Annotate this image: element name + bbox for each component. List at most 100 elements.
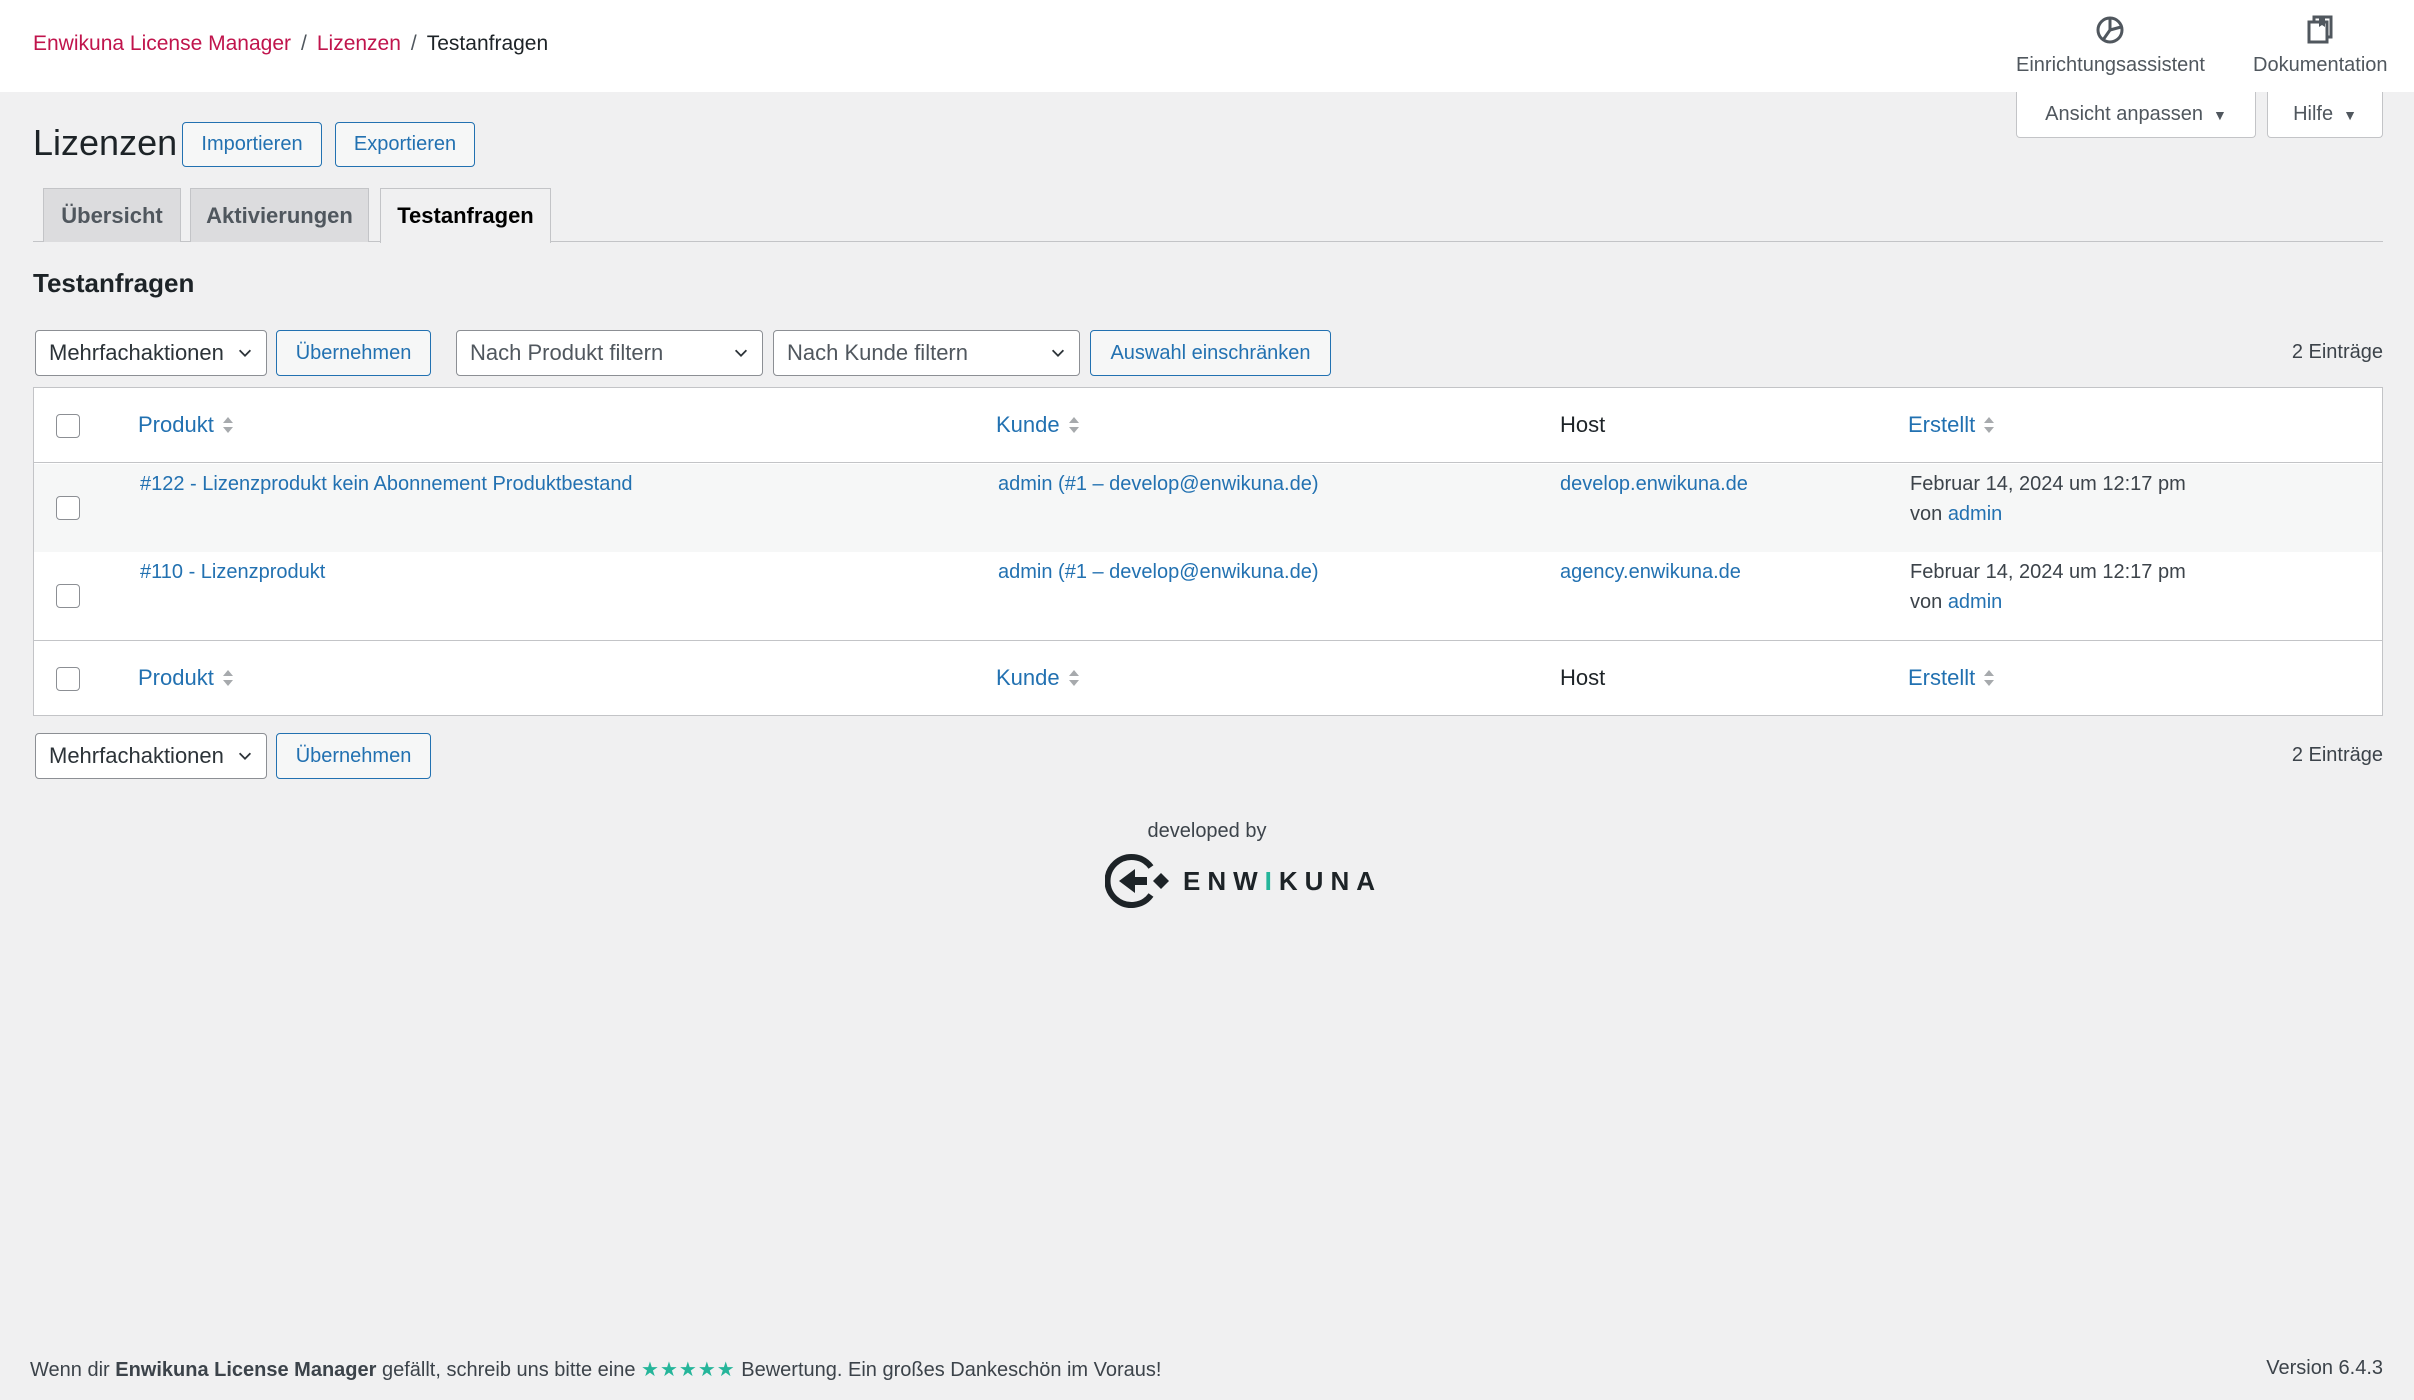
host-link[interactable]: agency.enwikuna.de <box>1560 557 1741 587</box>
sort-icon <box>1068 417 1079 433</box>
footer-rating-text: Wenn dir Enwikuna License Manager gefäll… <box>30 1357 1161 1382</box>
trial-requests-table: Produkt Kunde Host Erstellt #122 - Lizen… <box>33 387 2383 716</box>
footer-text-middle: gefällt, schreib uns bitte eine <box>376 1359 642 1381</box>
sort-icon <box>222 417 233 433</box>
enwikuna-wordmark: ENWIKUNA <box>1183 866 1382 897</box>
chevron-down-icon <box>238 349 252 357</box>
created-date: Februar 14, 2024 um 12:17 pm <box>1910 473 2186 495</box>
created-by-label: von <box>1910 591 1943 613</box>
footer-text-after: Bewertung. Ein großes Dankeschön im Vora… <box>735 1359 1162 1381</box>
documentation-label: Dokumentation <box>2253 54 2388 76</box>
breadcrumb-current: Testanfragen <box>426 32 549 55</box>
enwikuna-logo-icon <box>1105 854 1169 908</box>
wordmark-end: KUNA <box>1278 865 1383 896</box>
created-by-user-link[interactable]: admin <box>1948 503 2002 525</box>
sort-icon <box>1984 417 1995 433</box>
row-checkbox[interactable] <box>56 584 80 608</box>
setup-wizard-link[interactable]: Einrichtungsassistent <box>2016 14 2205 77</box>
filter-button[interactable]: Auswahl einschränken <box>1090 330 1331 376</box>
items-count: 2 Einträge <box>2291 341 2383 363</box>
product-filter-select[interactable]: Nach Produkt filtern <box>456 330 763 376</box>
select-all-checkbox[interactable] <box>56 414 80 438</box>
column-product[interactable]: Produkt <box>138 665 234 691</box>
tab-trial-requests[interactable]: Testanfragen <box>380 188 551 243</box>
column-customer[interactable]: Kunde <box>996 412 1080 438</box>
sort-icon <box>1984 670 1995 686</box>
chevron-down-icon <box>734 349 748 357</box>
documentation-link[interactable]: Dokumentation <box>2253 14 2388 77</box>
developed-by-label: developed by <box>1147 820 1267 842</box>
row-checkbox[interactable] <box>56 496 80 520</box>
version-label: Version 6.4.3 <box>2266 1357 2383 1379</box>
rating-stars-link[interactable]: ★★★★★ <box>641 1359 736 1381</box>
created-by-user-link[interactable]: admin <box>1948 591 2002 613</box>
sort-icon <box>222 670 233 686</box>
column-product-label: Produkt <box>138 412 214 437</box>
apply-button-bottom[interactable]: Übernehmen <box>276 733 431 779</box>
column-customer[interactable]: Kunde <box>996 665 1080 691</box>
product-link[interactable]: #110 - Lizenzprodukt <box>140 557 325 587</box>
top-bar: Enwikuna License Manager / Lizenzen / Te… <box>0 0 2414 92</box>
created-by-label: von <box>1910 503 1943 525</box>
items-count-bottom: 2 Einträge <box>2291 744 2383 766</box>
column-product[interactable]: Produkt <box>138 412 234 438</box>
bulk-action-value: Mehrfachaktionen <box>49 743 224 768</box>
bulk-action-select-bottom[interactable]: Mehrfachaktionen <box>35 733 267 779</box>
host-link[interactable]: develop.enwikuna.de <box>1560 469 1748 499</box>
breadcrumb-separator: / <box>301 32 307 55</box>
tab-overview[interactable]: Übersicht <box>43 188 181 242</box>
created-by: von admin <box>1910 587 2002 617</box>
bulk-action-value: Mehrfachaktionen <box>49 340 224 365</box>
created-date: Februar 14, 2024 um 12:17 pm <box>1910 561 2186 583</box>
chevron-down-icon <box>1051 349 1065 357</box>
customer-filter-select[interactable]: Nach Kunde filtern <box>773 330 1080 376</box>
page-title: Lizenzen <box>33 122 178 163</box>
chevron-down-icon <box>238 752 252 760</box>
select-all-checkbox[interactable] <box>56 667 80 691</box>
column-host: Host <box>1560 412 1605 438</box>
wordmark-accent: I <box>1264 865 1279 896</box>
breadcrumb-root-link[interactable]: Enwikuna License Manager <box>33 32 291 56</box>
caret-down-icon: ▼ <box>2343 106 2357 123</box>
screen-options-toggle[interactable]: Ansicht anpassen ▼ <box>2016 92 2256 138</box>
column-created-label: Erstellt <box>1908 665 1976 690</box>
column-product-label: Produkt <box>138 665 214 690</box>
column-customer-label: Kunde <box>996 412 1060 437</box>
apply-button[interactable]: Übernehmen <box>276 330 431 376</box>
column-host-label: Host <box>1560 412 1606 437</box>
customer-filter-value: Nach Kunde filtern <box>787 340 968 365</box>
column-created-label: Erstellt <box>1908 412 1976 437</box>
help-label: Hilfe <box>2293 103 2334 125</box>
caret-down-icon: ▼ <box>2213 106 2227 123</box>
enwikuna-logo[interactable]: ENWIKUNA <box>1105 853 1382 909</box>
breadcrumb-separator: / <box>410 32 417 55</box>
breadcrumb-section-link[interactable]: Lizenzen <box>317 32 401 56</box>
documentation-icon <box>2307 15 2333 44</box>
customer-link[interactable]: admin (#1 – develop@enwikuna.de) <box>998 469 1319 499</box>
footer-text-before: Wenn dir <box>30 1359 116 1381</box>
footer-plugin-name: Enwikuna License Manager <box>115 1359 377 1381</box>
screen-options-label: Ansicht anpassen <box>2045 103 2204 125</box>
sort-icon <box>1068 670 1079 686</box>
bulk-action-select[interactable]: Mehrfachaktionen <box>35 330 267 376</box>
table-row: #122 - Lizenzprodukt kein Abonnement Pro… <box>34 464 2382 552</box>
breadcrumb: Enwikuna License Manager / Lizenzen / Te… <box>33 32 548 56</box>
created-by: von admin <box>1910 499 2002 529</box>
help-toggle[interactable]: Hilfe ▼ <box>2267 92 2383 138</box>
product-link[interactable]: #122 - Lizenzprodukt kein Abonnement Pro… <box>140 469 633 499</box>
section-title: Testanfragen <box>33 268 195 298</box>
customer-link[interactable]: admin (#1 – develop@enwikuna.de) <box>998 557 1319 587</box>
import-button[interactable]: Importieren <box>182 122 322 167</box>
table-footer: Produkt Kunde Host Erstellt <box>34 640 2382 715</box>
export-button[interactable]: Exportieren <box>335 122 475 167</box>
column-created[interactable]: Erstellt <box>1908 665 1995 691</box>
column-created[interactable]: Erstellt <box>1908 412 1995 438</box>
wordmark-start: ENW <box>1183 865 1265 896</box>
table-header: Produkt Kunde Host Erstellt <box>34 388 2382 463</box>
table-row: #110 - Lizenzprodukt admin (#1 – develop… <box>34 552 2382 640</box>
product-filter-value: Nach Produkt filtern <box>470 340 664 365</box>
setup-wizard-icon <box>2096 16 2124 44</box>
column-host: Host <box>1560 665 1605 691</box>
column-customer-label: Kunde <box>996 665 1060 690</box>
tab-activations[interactable]: Aktivierungen <box>190 188 369 242</box>
